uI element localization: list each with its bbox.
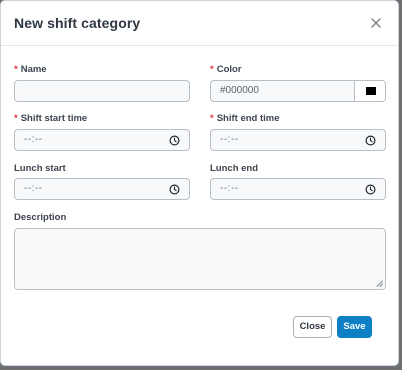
shift-start-time-value: --:-- bbox=[24, 134, 43, 145]
description-label: Description bbox=[14, 212, 67, 223]
shift-end-label: * Shift end time bbox=[210, 113, 280, 124]
clock-icon[interactable] bbox=[365, 135, 376, 146]
lunch-end-label: Lunch end bbox=[210, 163, 259, 174]
shift-start-label-text: Shift start time bbox=[20, 113, 88, 124]
save-button[interactable]: Save bbox=[337, 316, 372, 338]
required-marker: * bbox=[210, 64, 214, 75]
new-shift-category-dialog: New shift category * Name * Color #000000 … bbox=[0, 0, 399, 366]
color-label: * Color bbox=[210, 64, 242, 75]
close-icon[interactable] bbox=[369, 16, 383, 30]
clock-icon[interactable] bbox=[169, 184, 180, 195]
color-picker-button[interactable] bbox=[354, 80, 386, 102]
dialog-header: New shift category bbox=[1, 1, 398, 46]
clock-icon[interactable] bbox=[169, 135, 180, 146]
required-marker: * bbox=[210, 113, 214, 124]
color-swatch bbox=[366, 87, 376, 95]
close-button[interactable]: Close bbox=[293, 316, 332, 338]
name-input[interactable] bbox=[14, 80, 190, 102]
color-hex-input[interactable]: #000000 bbox=[210, 80, 355, 102]
lunch-end-time-input[interactable]: --:-- bbox=[210, 178, 386, 200]
shift-start-time-input[interactable]: --:-- bbox=[14, 129, 190, 151]
description-textarea[interactable] bbox=[14, 228, 386, 290]
shift-end-label-text: Shift end time bbox=[216, 113, 280, 124]
clock-icon[interactable] bbox=[365, 184, 376, 195]
shift-end-time-value: --:-- bbox=[220, 134, 239, 145]
required-marker: * bbox=[14, 64, 18, 75]
lunch-end-time-value: --:-- bbox=[220, 183, 239, 194]
resize-handle-icon[interactable] bbox=[376, 280, 383, 287]
required-marker: * bbox=[14, 113, 18, 124]
color-label-text: Color bbox=[216, 64, 242, 75]
name-label-text: Name bbox=[20, 64, 47, 75]
shift-start-label: * Shift start time bbox=[14, 113, 87, 124]
shift-end-time-input[interactable]: --:-- bbox=[210, 129, 386, 151]
lunch-start-time-value: --:-- bbox=[24, 183, 43, 194]
dialog-title: New shift category bbox=[14, 15, 141, 31]
lunch-start-time-input[interactable]: --:-- bbox=[14, 178, 190, 200]
lunch-start-label: Lunch start bbox=[14, 163, 66, 174]
name-label: * Name bbox=[14, 64, 47, 75]
color-field: #000000 bbox=[210, 80, 386, 102]
